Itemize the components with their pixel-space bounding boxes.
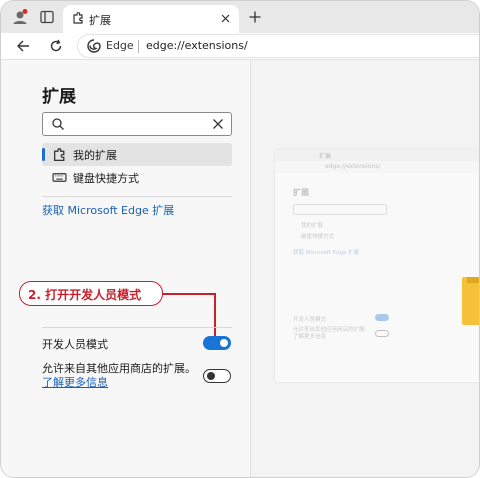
preview-link: 获取 Microsoft Edge 扩展 <box>293 250 360 256</box>
keyboard-icon <box>52 173 67 182</box>
workspaces-button[interactable] <box>36 7 58 27</box>
tab-title: 扩展 <box>89 14 111 27</box>
get-extensions-link[interactable]: 获取 Microsoft Edge 扩展 <box>42 202 174 218</box>
content-area: 扩展 edge://extensions/ 扩展 我的扩展 键盘快捷方式 获取 … <box>251 60 479 477</box>
browser-window: 扩展 Edge edge://extensions/ 扩展 我的扩展 键盘快捷方… <box>0 0 480 478</box>
preview-allow-text: 允许来自其他应用商店的扩展。了解更多信息 <box>293 327 373 341</box>
learn-more-link[interactable]: 了解更多信息 <box>42 376 108 389</box>
sidebar-item-keyboard-shortcuts[interactable]: 键盘快捷方式 <box>42 166 232 189</box>
refresh-icon <box>50 39 62 52</box>
preview-learn-more: 了解更多信息 <box>293 334 327 340</box>
address-url: edge://extensions/ <box>146 39 248 52</box>
page-title: 扩展 <box>42 87 76 107</box>
sidebar-item-label: 键盘快捷方式 <box>73 172 139 185</box>
extension-icon <box>54 148 65 162</box>
preview-item: 我的扩展 <box>301 223 324 229</box>
sidebar-item-my-extensions[interactable]: 我的扩展 <box>42 143 232 166</box>
active-indicator <box>42 148 45 161</box>
address-divider <box>138 40 139 53</box>
divider <box>42 327 232 328</box>
tab-close-button[interactable] <box>217 10 233 26</box>
folder-decoration <box>462 277 479 325</box>
preview-tab-title: 扩展 <box>319 153 332 160</box>
preview-devmode-label: 开发人员模式 <box>293 317 327 323</box>
callout-connector <box>163 293 215 295</box>
tab-extensions[interactable]: 扩展 <box>63 5 239 33</box>
extensions-sidebar: 扩展 我的扩展 键盘快捷方式 获取 Microsoft Edge 扩展 2. 打… <box>1 60 250 477</box>
address-bar[interactable]: Edge edge://extensions/ <box>77 34 479 58</box>
folder-tab-decoration <box>467 277 479 283</box>
search-input[interactable] <box>69 115 209 133</box>
toggle-knob <box>220 339 228 347</box>
refresh-button[interactable] <box>46 36 66 56</box>
search-box[interactable] <box>42 112 232 136</box>
preview-search <box>293 204 387 215</box>
window-icon <box>40 10 54 24</box>
callout-text: 2. 打开开发人员模式 <box>28 288 142 302</box>
profile-button[interactable] <box>9 7 31 27</box>
tab-bar: 扩展 <box>1 1 479 33</box>
preview-allow-label: 允许来自其他应用商店的扩展。 <box>293 327 371 333</box>
arrow-left-icon <box>17 40 29 52</box>
preview-toggle-off <box>375 330 389 337</box>
address-brand: Edge <box>106 39 134 52</box>
plus-icon <box>249 11 261 23</box>
divider <box>42 196 232 197</box>
callout-connector-vertical <box>214 293 216 339</box>
developer-mode-label: 开发人员模式 <box>42 338 108 351</box>
toggle-knob <box>207 372 215 380</box>
extension-icon <box>73 12 83 24</box>
preview-item: 键盘快捷方式 <box>301 234 335 240</box>
preview-title: 扩展 <box>293 188 309 197</box>
close-icon[interactable] <box>211 117 225 131</box>
back-button[interactable] <box>13 36 33 56</box>
new-tab-button[interactable] <box>245 7 265 27</box>
preview-toggle-on <box>375 314 389 321</box>
allow-other-stores-label: 允许来自其他应用商店的扩展。 <box>42 362 196 375</box>
profile-icon <box>13 9 28 24</box>
allow-other-stores-text: 允许来自其他应用商店的扩展。了解更多信息 <box>42 362 202 390</box>
faded-preview: 扩展 edge://extensions/ 扩展 我的扩展 键盘快捷方式 获取 … <box>274 148 479 383</box>
search-icon <box>52 118 64 130</box>
toolbar: Edge edge://extensions/ <box>1 33 479 59</box>
edge-logo-icon <box>86 38 102 54</box>
allow-other-stores-toggle[interactable] <box>203 369 231 383</box>
preview-tab-bar: 扩展 <box>275 149 479 161</box>
preview-address-bar: edge://extensions/ <box>275 161 479 173</box>
preview-url: edge://extensions/ <box>325 163 381 170</box>
annotation-callout: 2. 打开开发人员模式 <box>19 281 163 306</box>
developer-mode-toggle[interactable] <box>203 336 231 350</box>
close-icon <box>221 14 229 22</box>
sidebar-item-label: 我的扩展 <box>73 149 117 162</box>
